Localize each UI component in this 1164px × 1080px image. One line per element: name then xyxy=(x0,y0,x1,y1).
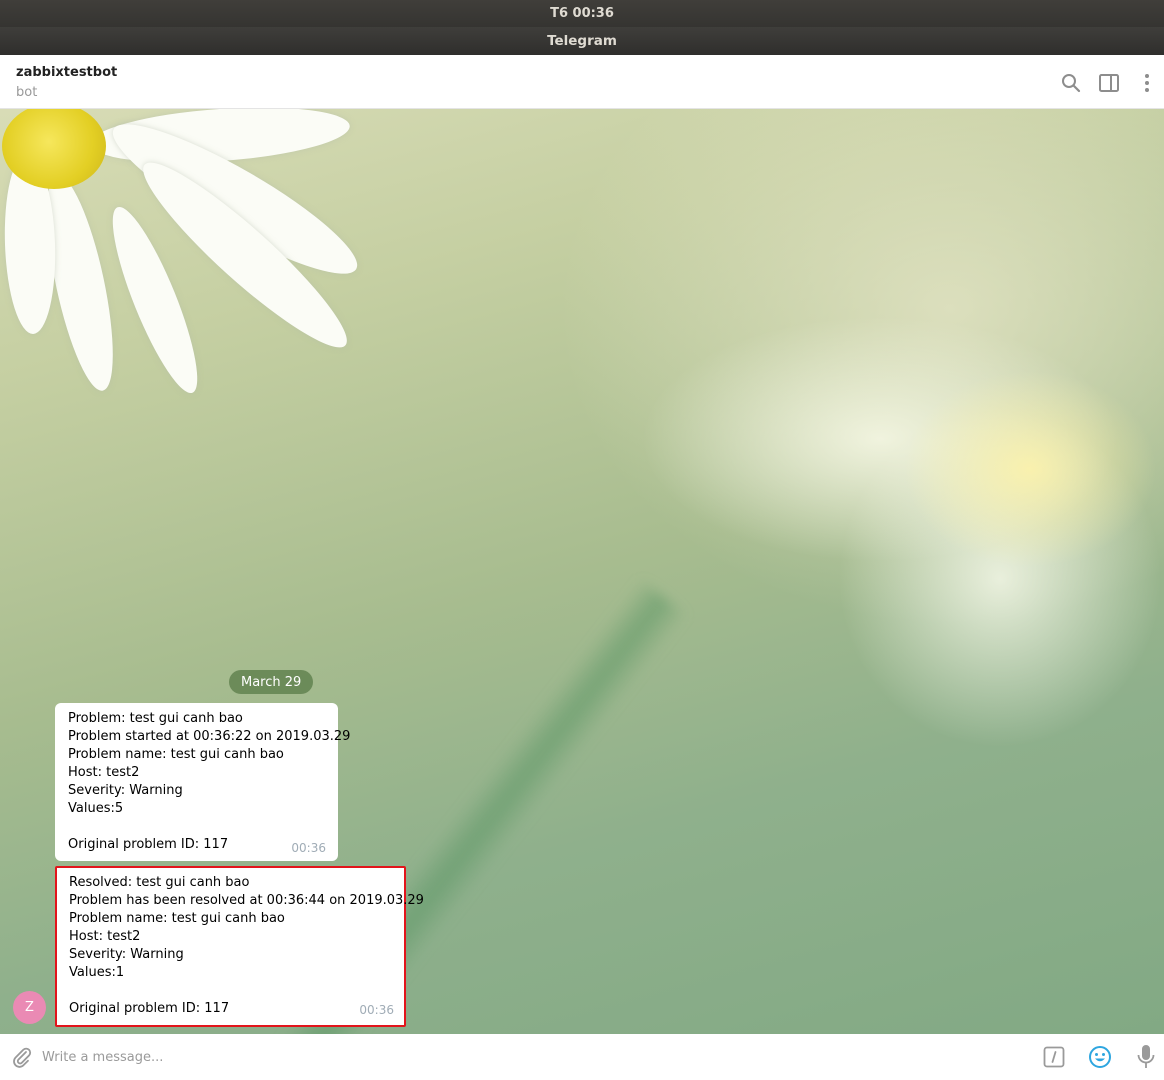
date-separator: March 29 xyxy=(229,670,314,694)
avatar-letter: Z xyxy=(25,1000,34,1015)
message-line: Severity: Warning xyxy=(69,947,184,962)
system-clock[interactable]: T6 00:36 xyxy=(550,6,614,21)
emoji-icon[interactable] xyxy=(1088,1045,1112,1069)
message-line: Host: test2 xyxy=(68,765,140,780)
chat-status: bot xyxy=(16,85,38,100)
message-bubble-problem[interactable]: Problem: test gui canh bao Problem start… xyxy=(55,703,351,861)
message-line xyxy=(68,818,326,836)
more-vertical-icon[interactable] xyxy=(1136,72,1158,94)
message-line: Problem name: test gui canh bao xyxy=(69,911,285,926)
system-top-bar: T6 00:36 xyxy=(0,0,1164,27)
bot-commands-icon[interactable] xyxy=(1043,1046,1065,1068)
sidebar-toggle-icon[interactable] xyxy=(1098,72,1120,94)
microphone-icon[interactable] xyxy=(1136,1044,1156,1070)
message-line: Problem has been resolved at 00:36:44 on… xyxy=(69,893,424,908)
search-icon[interactable] xyxy=(1060,72,1082,94)
message-input[interactable] xyxy=(42,1044,1002,1070)
compose-bar xyxy=(0,1034,1164,1080)
message-line: Resolved: test gui canh bao xyxy=(69,875,250,890)
chat-title[interactable]: zabbixtestbot xyxy=(16,65,117,80)
avatar[interactable]: Z xyxy=(13,991,46,1024)
message-line: Severity: Warning xyxy=(68,783,183,798)
message-time: 00:36 xyxy=(291,841,326,855)
message-line: Values:1 xyxy=(69,965,125,980)
chat-header[interactable]: zabbixtestbot bot xyxy=(0,55,1164,109)
message-line xyxy=(69,982,392,1000)
message-bubble-resolved[interactable]: Resolved: test gui canh bao Problem has … xyxy=(55,866,424,1027)
message-line: Original problem ID: 117 xyxy=(69,1001,230,1016)
message-line: Problem name: test gui canh bao xyxy=(68,747,284,762)
message-line: Original problem ID: 117 xyxy=(68,837,229,852)
message-time: 00:36 xyxy=(359,1003,394,1017)
message-line: Values:5 xyxy=(68,801,124,816)
window-title: Telegram xyxy=(547,33,617,49)
date-label: March 29 xyxy=(241,674,302,690)
message-line: Problem: test gui canh bao xyxy=(68,711,243,726)
message-line: Host: test2 xyxy=(69,929,141,944)
window-title-bar[interactable]: Telegram xyxy=(0,27,1164,55)
paperclip-icon[interactable] xyxy=(11,1046,33,1068)
message-line: Problem started at 00:36:22 on 2019.03.2… xyxy=(68,729,351,744)
